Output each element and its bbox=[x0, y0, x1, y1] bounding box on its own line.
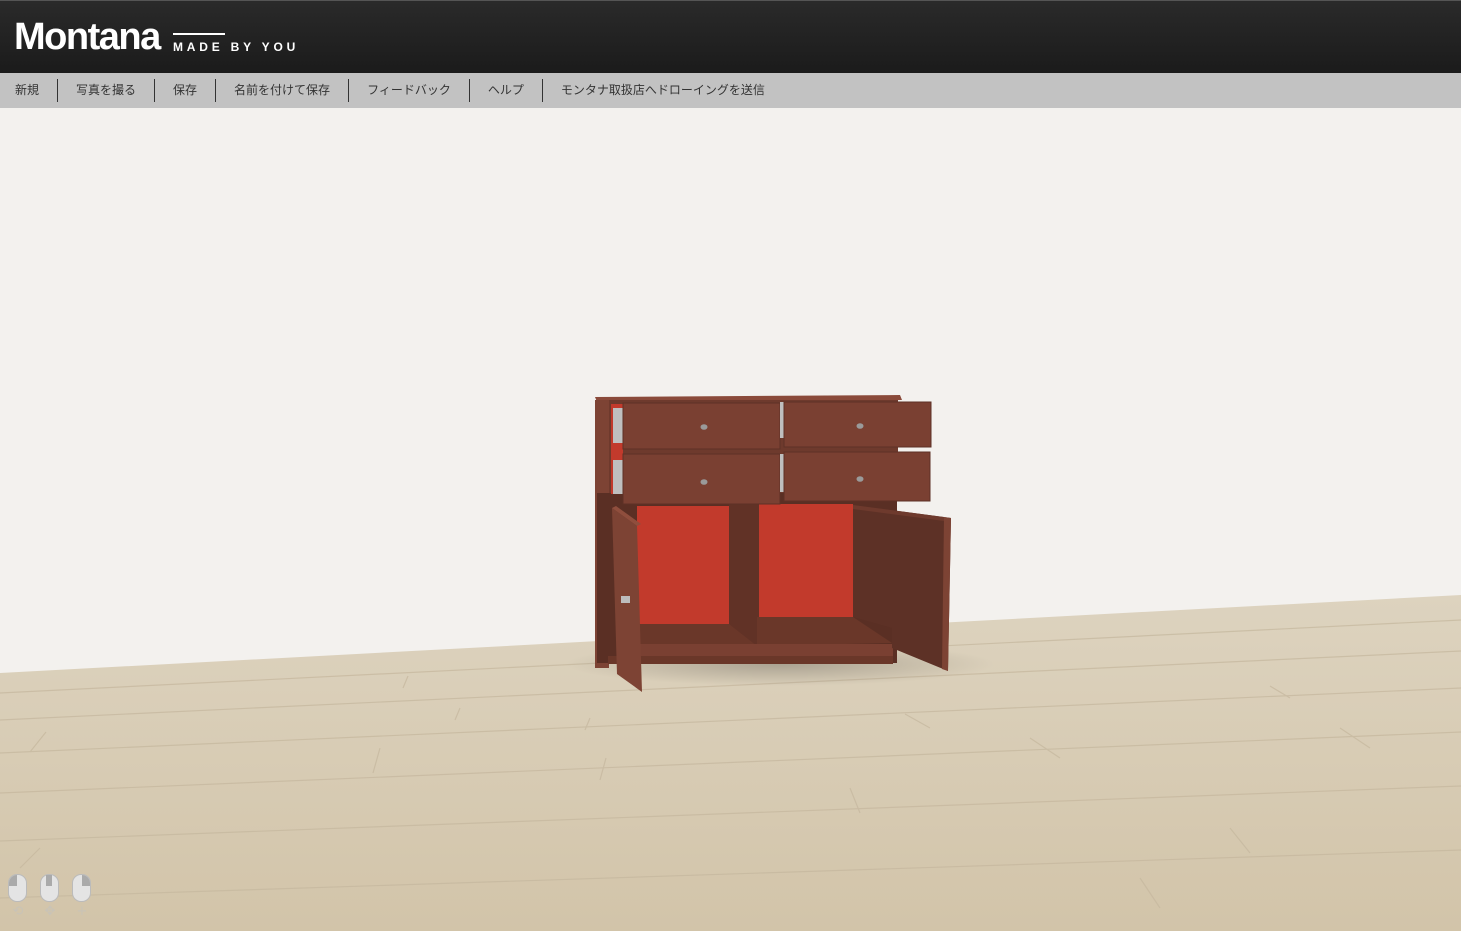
drawer-handle bbox=[856, 476, 864, 482]
drawer-top-right[interactable] bbox=[780, 401, 932, 448]
drawer-side-top-left bbox=[613, 408, 623, 443]
cabinet[interactable] bbox=[595, 395, 951, 692]
menu-feedback[interactable]: フィードバック bbox=[348, 79, 469, 102]
3d-viewport[interactable] bbox=[0, 108, 1461, 931]
drawer-handle bbox=[700, 424, 708, 430]
tagline: MADE BY YOU bbox=[173, 33, 313, 54]
mouse-right-zoom-icon bbox=[72, 874, 91, 902]
drawer-handle bbox=[700, 479, 708, 485]
tagline-rule bbox=[173, 33, 225, 35]
menu-save[interactable]: 保存 bbox=[154, 79, 215, 102]
scene-canvas[interactable] bbox=[0, 108, 1461, 931]
cabinet-plinth bbox=[640, 644, 893, 656]
cabinet-interior-left bbox=[637, 506, 729, 624]
montana-logo: Montana bbox=[14, 16, 161, 58]
menu-bar: 新規 写真を撮る 保存 名前を付けて保存 フィードバック ヘルプ モンタナ取扱店… bbox=[0, 73, 1461, 108]
cabinet-bottom-edge bbox=[608, 656, 893, 664]
mouse-controls: ⟲ ✥ + bbox=[8, 874, 92, 924]
menu-new[interactable]: 新規 bbox=[0, 79, 57, 102]
menu-help[interactable]: ヘルプ bbox=[468, 79, 542, 102]
drawer-handle bbox=[856, 423, 864, 429]
zoom-icon: + bbox=[76, 904, 88, 919]
drawer-bottom-right[interactable] bbox=[780, 451, 931, 502]
tagline-text: MADE BY YOU bbox=[173, 40, 300, 54]
cabinet-interior-right bbox=[759, 504, 853, 617]
mouse-middle-pan-icon bbox=[40, 874, 59, 902]
menu-save-as[interactable]: 名前を付けて保存 bbox=[215, 79, 348, 102]
mouse-left-rotate-icon bbox=[8, 874, 27, 902]
cabinet-divider bbox=[729, 504, 759, 644]
menu-send-drawing[interactable]: モンタナ取扱店へドローイングを送信 bbox=[541, 79, 783, 102]
drawer-top-left[interactable] bbox=[622, 402, 781, 450]
drawer-bottom-left[interactable] bbox=[622, 453, 781, 505]
mouse-middle-pan-control[interactable]: ✥ bbox=[40, 874, 60, 924]
pan-icon: ✥ bbox=[44, 904, 56, 919]
door-hinge bbox=[621, 596, 630, 603]
app-header: Montana MADE BY YOU bbox=[0, 0, 1461, 73]
drawer-side-bottom-left bbox=[613, 460, 623, 494]
rotate-icon: ⟲ bbox=[12, 904, 24, 919]
mouse-left-rotate-control[interactable]: ⟲ bbox=[8, 874, 28, 924]
menu-take-photo[interactable]: 写真を撮る bbox=[57, 79, 154, 102]
mouse-right-zoom-control[interactable]: + bbox=[72, 874, 92, 924]
